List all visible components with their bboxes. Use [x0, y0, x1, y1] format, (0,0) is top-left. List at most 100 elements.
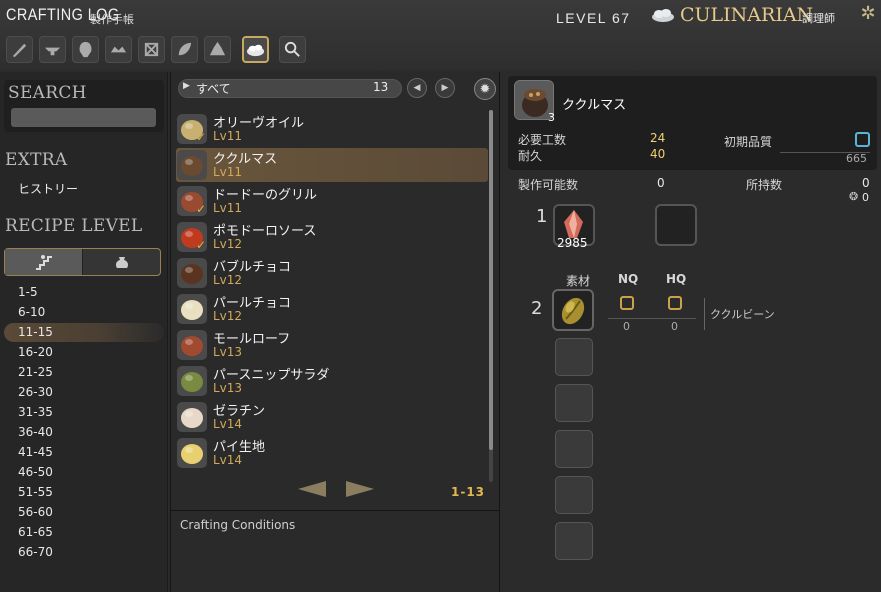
search-input[interactable]	[11, 108, 156, 127]
goldsmith-icon	[110, 46, 127, 53]
culinarian-tab[interactable]	[242, 36, 269, 63]
bag-icon	[115, 257, 128, 268]
durability-value: 40	[650, 147, 666, 161]
material-slot-empty[interactable]	[555, 522, 593, 560]
next-category-button[interactable]: ▶	[435, 78, 455, 98]
crafted-check-icon: ✓	[196, 202, 207, 216]
recipe-list-item[interactable]: ✓ ドードーのグリル Lv11	[176, 184, 488, 218]
gelatin-icon	[177, 402, 207, 432]
job-name-jp: 調理師	[802, 12, 835, 25]
nq-checkbox[interactable]	[620, 296, 634, 310]
recipe-level-item[interactable]: 56-60	[18, 505, 53, 519]
recipe-list-item[interactable]: バブルチョコ Lv12	[176, 256, 488, 290]
prev-category-button[interactable]: ◀	[407, 78, 427, 98]
recipe-level-item[interactable]: 66-70	[18, 545, 53, 559]
crafted-check-icon: ✓	[196, 238, 207, 252]
carpenter-icon	[12, 43, 27, 58]
material-slot[interactable]	[552, 289, 594, 331]
leatherworker-icon	[144, 42, 159, 57]
material-hq-count: 0	[671, 320, 678, 333]
recipe-search-tab[interactable]	[279, 36, 306, 63]
bubble-chocolate-icon	[177, 258, 207, 288]
page-prev-arrow-icon[interactable]	[296, 479, 328, 499]
recipe-level: Lv11	[213, 201, 243, 215]
recipe-level-item[interactable]: 36-40	[18, 425, 53, 439]
recipe-level: Lv12	[213, 237, 243, 251]
blacksmith-tab[interactable]	[39, 36, 66, 63]
carpenter-tab[interactable]	[6, 36, 33, 63]
recipe-level-item[interactable]: 11-15	[18, 325, 53, 339]
recipe-list-item[interactable]: パールチョコ Lv12	[176, 292, 488, 326]
crafted-check-icon: ✓	[196, 130, 207, 144]
filter-label: すべて	[196, 82, 231, 96]
recipe-level-item[interactable]: 31-35	[18, 405, 53, 419]
hq-checkbox[interactable]	[668, 296, 682, 310]
material-row-number: 2	[531, 298, 543, 319]
material-slot-empty[interactable]	[555, 430, 593, 468]
pie-dough-icon	[177, 438, 207, 468]
recipe-list-item[interactable]: ゼラチン Lv14	[176, 400, 488, 434]
recipe-level-item[interactable]: 61-65	[18, 525, 53, 539]
recipe-level: Lv13	[213, 345, 243, 359]
recipe-level: Lv11	[213, 129, 243, 143]
armorer-tab[interactable]	[72, 36, 99, 63]
extra-heading: EXTRA	[5, 150, 68, 170]
recipe-level: Lv11	[213, 165, 243, 179]
crystal-quantity: 2985	[557, 236, 588, 250]
material-divider	[608, 318, 696, 319]
alchemist-tab[interactable]	[204, 36, 231, 63]
filter-count: 13	[373, 80, 389, 94]
initial-quality-checkbox[interactable]	[855, 132, 870, 147]
material-slot-empty[interactable]	[555, 338, 593, 376]
craftable-label: 製作可能数	[518, 178, 579, 192]
arrow-left-icon: ◀	[413, 83, 421, 93]
recipe-level: Lv13	[213, 381, 243, 395]
recipe-level-toggle[interactable]	[4, 248, 161, 276]
recipe-level-item[interactable]: 6-10	[18, 305, 45, 319]
recipe-list-item[interactable]: ククルマス Lv11	[176, 148, 488, 182]
recipe-scroll-thumb[interactable]	[489, 110, 493, 450]
item-yield: 3	[548, 111, 555, 124]
craftable-value: 0	[657, 176, 665, 190]
progress-value: 24	[650, 131, 666, 145]
recipe-level-item[interactable]: 46-50	[18, 465, 53, 479]
recipe-level-item[interactable]: 51-55	[18, 485, 53, 499]
material-slot-empty[interactable]	[555, 384, 593, 422]
recipe-level: Lv14	[213, 453, 243, 467]
recipe-list-item[interactable]: ✓ オリーヴオイル Lv11	[176, 112, 488, 146]
job-level: LEVEL 67	[556, 10, 631, 26]
recipe-level-item[interactable]: 16-20	[18, 345, 53, 359]
settings-gear-icon[interactable]: ✲	[858, 4, 878, 24]
culinarian-job-icon	[652, 9, 674, 22]
recipe-level-item[interactable]: 1-5	[18, 285, 38, 299]
recipe-list-item[interactable]: パースニップサラダ Lv13	[176, 364, 488, 398]
search-heading: SEARCH	[8, 83, 87, 103]
crystal-slot-empty[interactable]	[655, 204, 697, 246]
leatherworker-tab[interactable]	[138, 36, 165, 63]
recipe-detail-header	[508, 76, 877, 170]
window-title-jp: 製作手帳	[90, 13, 134, 26]
recipe-list-item[interactable]: ✓ ポモドーロソース Lv12	[176, 220, 488, 254]
material-slot-empty[interactable]	[555, 476, 593, 514]
recipe-level-item[interactable]: 41-45	[18, 445, 53, 459]
recipe-level-item[interactable]: 21-25	[18, 365, 53, 379]
weaver-tab[interactable]	[171, 36, 198, 63]
level-mode-button[interactable]	[5, 249, 83, 275]
page-next-arrow-icon[interactable]	[344, 479, 376, 499]
crafting-conditions-label: Crafting Conditions	[180, 518, 296, 532]
gathering-mode-button[interactable]	[83, 249, 160, 275]
crystal-row-number: 1	[536, 206, 548, 227]
parsnip-salad-icon	[177, 366, 207, 396]
stairs-icon	[35, 255, 52, 270]
goldsmith-tab[interactable]	[105, 36, 132, 63]
owned-value: 0	[862, 176, 870, 190]
list-settings-button[interactable]: ✹	[474, 78, 496, 100]
recipe-list-item[interactable]: モールローフ Lv13	[176, 328, 488, 362]
history-link[interactable]: ヒストリー	[18, 180, 78, 197]
recipe-list-item[interactable]: パイ生地 Lv14	[176, 436, 488, 470]
recipe-level-item[interactable]: 26-30	[18, 385, 53, 399]
hq-icon: ❂	[849, 190, 859, 203]
recipe-level-heading: RECIPE LEVEL	[5, 216, 143, 236]
blacksmith-icon	[44, 47, 61, 56]
hq-label: HQ	[666, 272, 687, 286]
